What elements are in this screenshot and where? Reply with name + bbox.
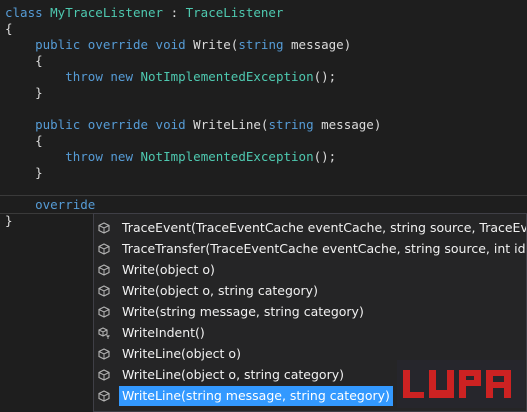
code-token: (); <box>313 149 337 164</box>
code-token: Write( <box>185 37 239 52</box>
method-icon <box>98 242 110 255</box>
code-line: override <box>5 197 95 213</box>
code-line: } <box>5 85 43 101</box>
keyword-token: string <box>238 37 284 52</box>
method-icon <box>98 368 110 381</box>
keyword-token: throw <box>65 149 103 164</box>
code-token: } <box>5 85 43 100</box>
completion-item-label: Write(string message, string category) <box>122 303 364 319</box>
type-token: MyTraceListener <box>50 5 164 20</box>
keyword-token: override <box>35 197 96 212</box>
code-line: class MyTraceListener : TraceListener <box>5 5 283 21</box>
code-line: public override void Write(string messag… <box>5 37 351 53</box>
completion-item[interactable]: Write(object o, string category) <box>94 280 526 301</box>
code-token: { <box>5 133 43 148</box>
code-token: } <box>5 165 43 180</box>
completion-item[interactable]: Write(string message, string category) <box>94 301 526 322</box>
method-icon <box>98 389 110 402</box>
code-line: { <box>5 53 43 69</box>
type-token: TraceListener <box>185 5 284 20</box>
method-icon <box>98 347 110 360</box>
type-token: NotImplementedException <box>140 69 314 84</box>
code-token: message) <box>283 37 352 52</box>
keyword-token: void <box>155 117 186 132</box>
code-line: { <box>5 133 43 149</box>
method-icon <box>98 305 110 318</box>
keyword-token: public <box>35 117 81 132</box>
method-icon <box>98 263 110 276</box>
keyword-token: new <box>110 149 133 164</box>
code-line: { <box>5 21 13 37</box>
code-token: { <box>5 21 13 36</box>
keyword-token: throw <box>65 69 103 84</box>
completion-item[interactable]: Write(object o) <box>94 259 526 280</box>
completion-item-label: Write(object o, string category) <box>122 282 318 298</box>
type-token: NotImplementedException <box>140 149 314 164</box>
keyword-token: void <box>155 37 186 52</box>
code-line: } <box>5 165 43 181</box>
method-icon <box>98 284 110 297</box>
keyword-token: new <box>110 69 133 84</box>
keyword-token: string <box>268 117 314 132</box>
watermark-logo <box>397 360 525 408</box>
code-token: } <box>5 213 13 228</box>
code-token: WriteLine( <box>185 117 269 132</box>
keyword-token: class <box>5 5 51 20</box>
completion-item-label: WriteIndent() <box>122 324 205 340</box>
code-token: message) <box>313 117 382 132</box>
completion-item-label: TraceTransfer(TraceEventCache eventCache… <box>122 240 527 256</box>
keyword-token: override <box>87 117 149 132</box>
completion-item-label: WriteLine(string message, string categor… <box>119 385 393 406</box>
protected-method-icon <box>98 326 110 339</box>
completion-item-label: Write(object o) <box>122 261 215 277</box>
completion-item[interactable]: TraceEvent(TraceEventCache eventCache, s… <box>94 217 526 238</box>
completion-item[interactable]: TraceTransfer(TraceEventCache eventCache… <box>94 238 526 259</box>
completion-item-label: WriteLine(object o) <box>122 345 241 361</box>
code-token: { <box>5 53 43 68</box>
keyword-token: public <box>35 37 81 52</box>
code-token: : <box>163 5 186 20</box>
completion-item[interactable]: WriteIndent() <box>94 322 526 343</box>
completion-item-label: TraceEvent(TraceEventCache eventCache, s… <box>122 219 527 235</box>
completion-item-label: WriteLine(object o, string category) <box>122 366 344 382</box>
keyword-token: override <box>87 37 149 52</box>
code-token: (); <box>313 69 337 84</box>
code-line: public override void WriteLine(string me… <box>5 117 381 133</box>
code-line: } <box>5 213 13 229</box>
method-icon <box>98 221 110 234</box>
code-line: throw new NotImplementedException(); <box>5 69 336 85</box>
code-line: throw new NotImplementedException(); <box>5 149 336 165</box>
